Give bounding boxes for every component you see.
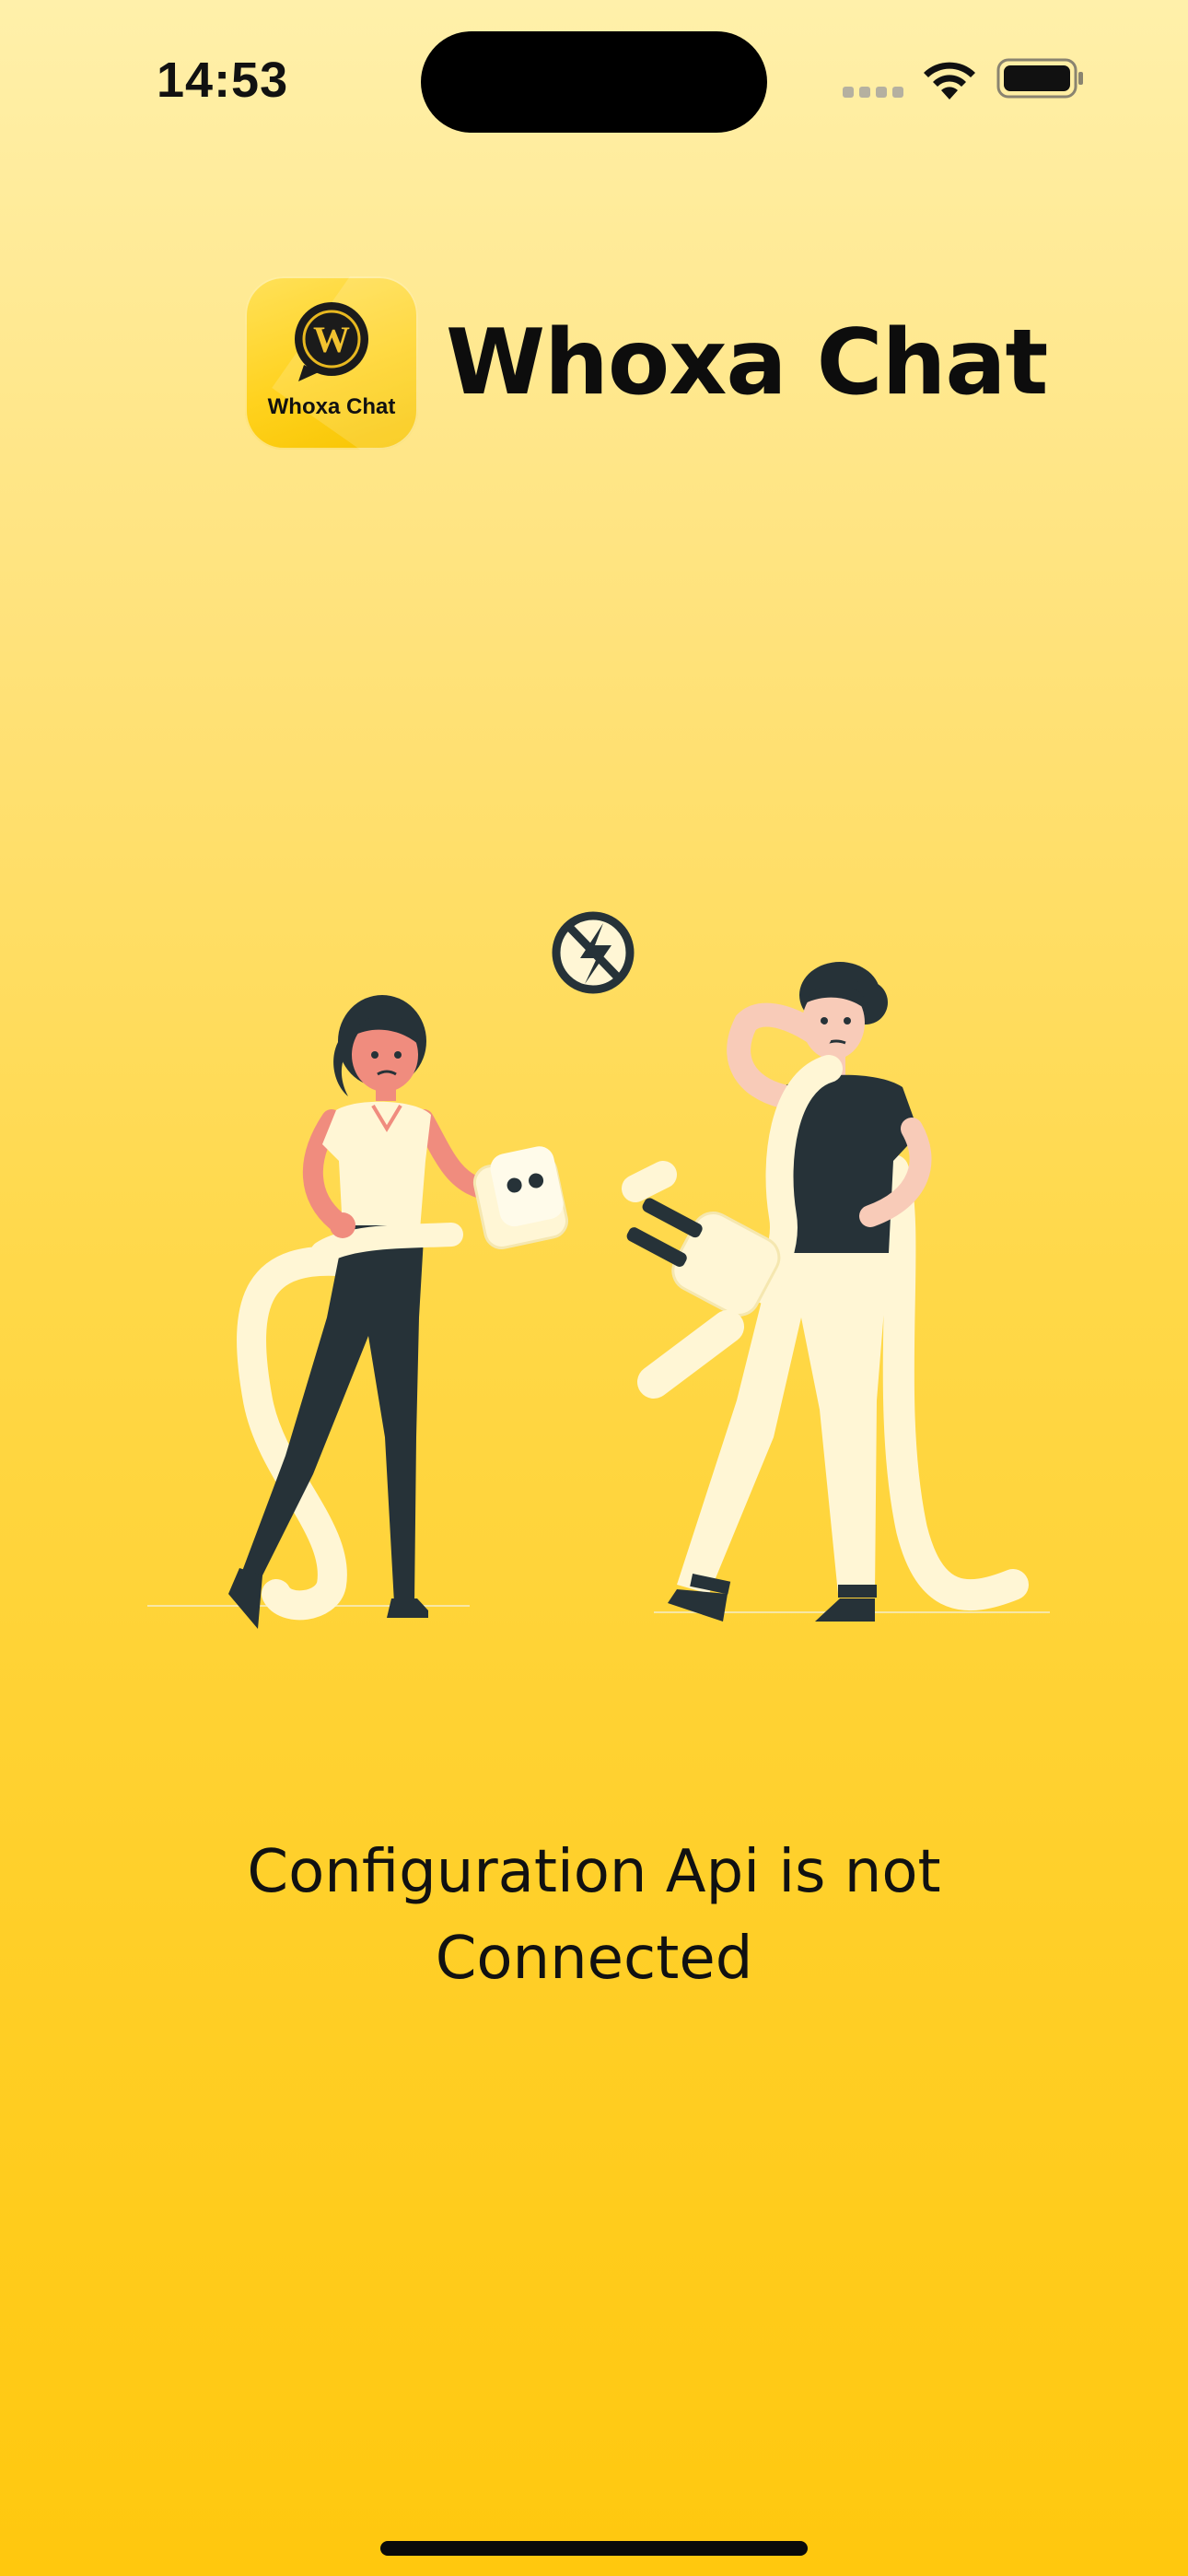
no-electricity-icon xyxy=(552,911,635,994)
wifi-icon xyxy=(924,62,975,100)
error-message-line-1: Configuration Api is not xyxy=(247,1838,941,1906)
unplugged-connection-illustration xyxy=(147,911,1050,1629)
app-logo: W Whoxa Chat xyxy=(245,276,418,450)
woman-figure xyxy=(228,995,568,1629)
home-indicator[interactable] xyxy=(380,2541,808,2556)
cellular-signal-icon xyxy=(843,86,903,99)
svg-text:W: W xyxy=(313,319,350,360)
status-time: 14:53 xyxy=(157,53,289,108)
dynamic-island xyxy=(421,31,767,133)
app-name: Whoxa Chat xyxy=(446,310,1048,416)
status-bar: 14:53 xyxy=(0,0,1188,157)
man-figure xyxy=(622,962,1029,1622)
brand-header: W Whoxa Chat Whoxa Chat xyxy=(245,276,1048,450)
chat-bubble-logo-icon: W xyxy=(295,302,368,381)
battery-icon xyxy=(996,58,1083,99)
error-message-line-2: Connected xyxy=(435,1925,753,1993)
connection-error-message: Configuration Api is not Connected xyxy=(147,1829,1041,2002)
app-icon-label: Whoxa Chat xyxy=(267,394,396,419)
